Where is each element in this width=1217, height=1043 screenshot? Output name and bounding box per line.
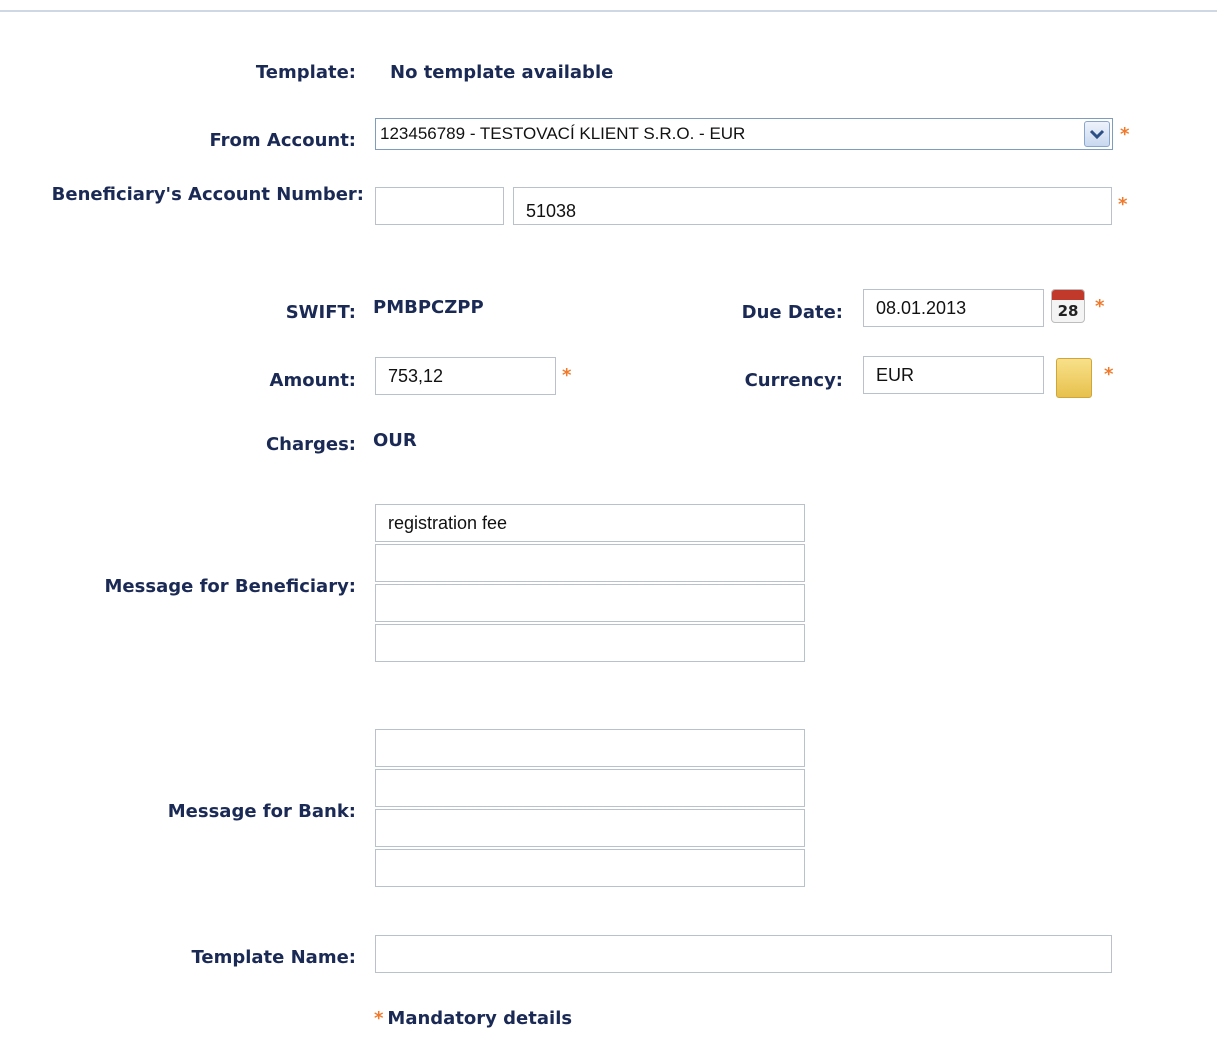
mandatory-note-text: Mandatory details [387, 1008, 573, 1029]
currency-input[interactable]: EUR [863, 356, 1044, 394]
required-marker: * [1118, 194, 1128, 215]
amount-label: Amount: [269, 370, 356, 391]
from-account-select[interactable]: 123456789 - TESTOVACÍ KLIENT S.R.O. - EU… [375, 118, 1113, 150]
template-label: Template: [255, 62, 356, 83]
required-marker: * [562, 365, 572, 386]
chevron-down-icon[interactable] [1084, 121, 1110, 147]
from-account-value: 123456789 - TESTOVACÍ KLIENT S.R.O. - EU… [380, 124, 746, 143]
template-name-input[interactable] [375, 935, 1112, 973]
calendar-icon-day: 28 [1057, 302, 1079, 320]
message-beneficiary-label: Message for Beneficiary: [104, 576, 356, 597]
message-bank-line-1[interactable] [375, 729, 805, 767]
message-beneficiary-line-2[interactable] [375, 544, 805, 582]
message-beneficiary-line-4[interactable] [375, 624, 805, 662]
charges-value: OUR [373, 430, 417, 451]
beneficiary-account-number-input[interactable]: 51038 [513, 187, 1112, 225]
required-marker: * [374, 1008, 384, 1029]
swift-label: SWIFT: [285, 302, 356, 323]
charges-label: Charges: [265, 434, 356, 455]
calendar-icon[interactable]: 28 [1051, 289, 1085, 323]
swift-value: PMBPCZPP [373, 297, 484, 318]
currency-label: Currency: [744, 370, 843, 391]
template-name-label: Template Name: [191, 947, 356, 968]
required-marker: * [1104, 364, 1114, 385]
beneficiary-account-label: Beneficiary's Account Number: [51, 184, 364, 205]
from-account-label: From Account: [209, 130, 356, 151]
beneficiary-account-prefix-input[interactable] [375, 187, 504, 225]
due-date-input[interactable]: 08.01.2013 [863, 289, 1044, 327]
top-divider [0, 10, 1217, 12]
message-beneficiary-line-3[interactable] [375, 584, 805, 622]
amount-input[interactable]: 753,12 [375, 357, 556, 395]
template-value: No template available [390, 62, 614, 83]
message-bank-line-4[interactable] [375, 849, 805, 887]
required-marker: * [1095, 296, 1105, 317]
due-date-label: Due Date: [741, 302, 843, 323]
message-bank-label: Message for Bank: [167, 801, 356, 822]
mandatory-note: * Mandatory details [374, 1008, 572, 1029]
message-bank-line-2[interactable] [375, 769, 805, 807]
message-beneficiary-line-1[interactable]: registration fee [375, 504, 805, 542]
message-bank-line-3[interactable] [375, 809, 805, 847]
required-marker: * [1120, 124, 1130, 145]
folder-icon[interactable] [1056, 358, 1092, 398]
